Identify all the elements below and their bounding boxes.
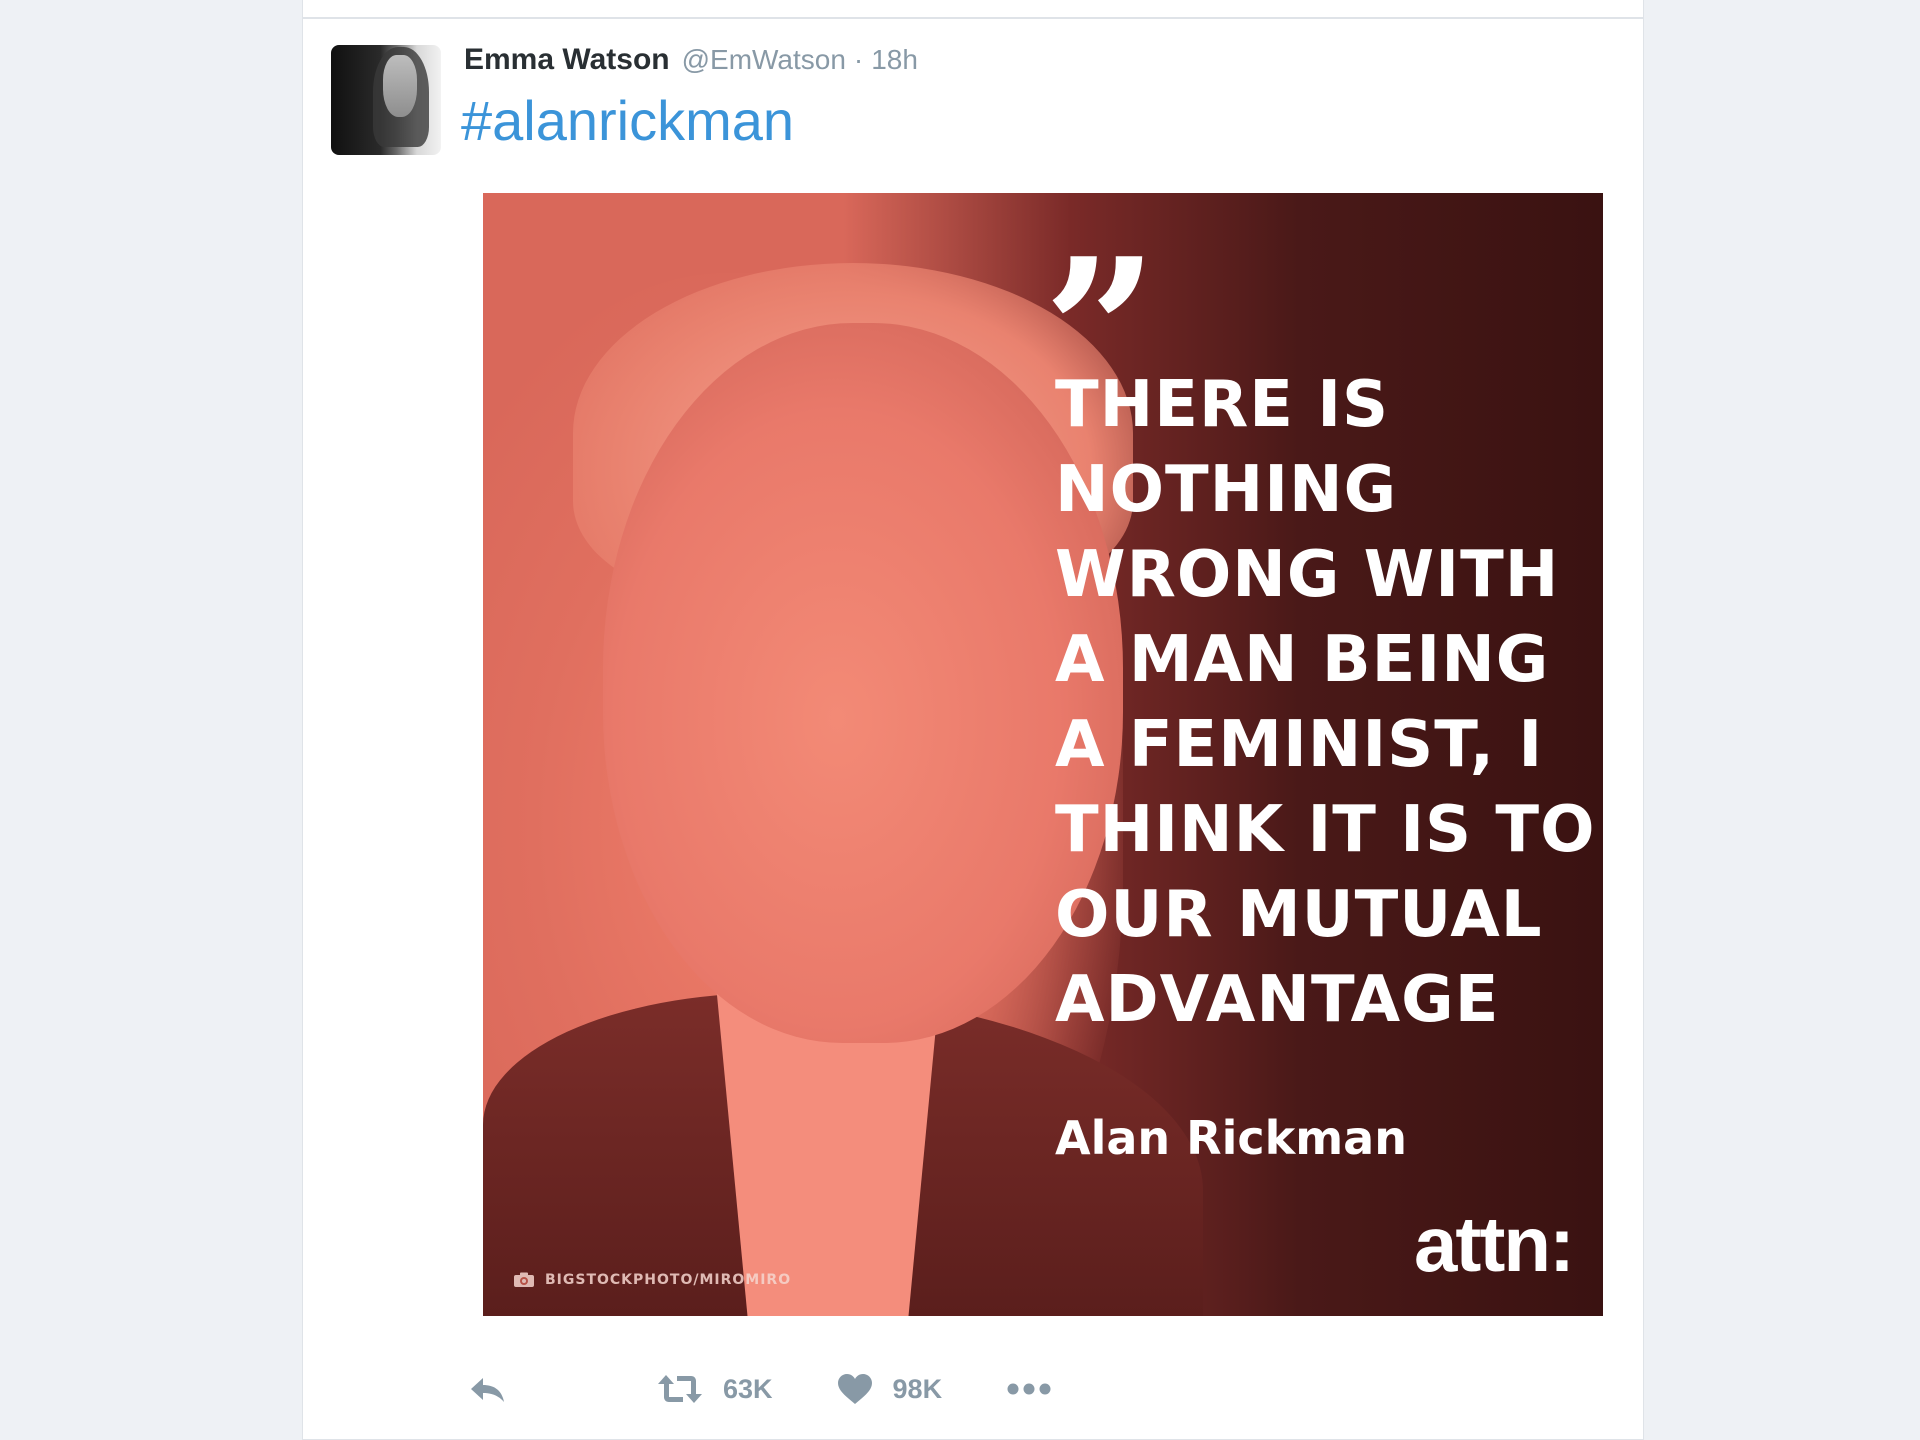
quote-line: ADVANTAGE xyxy=(1055,963,1500,1037)
quote-line: A FEMINIST, I xyxy=(1055,708,1544,782)
tweet-actions: 63K 98K xyxy=(467,1359,1052,1419)
camera-icon xyxy=(514,1272,534,1287)
retweet-button[interactable]: 63K xyxy=(657,1373,773,1405)
quote-line: NOTHING xyxy=(1055,453,1398,527)
quote-line: THERE IS xyxy=(1055,368,1390,442)
like-button[interactable]: 98K xyxy=(837,1373,943,1405)
tweet-media[interactable]: ” THERE IS NOTHING WRONG WITH A MAN BEIN… xyxy=(483,193,1603,1316)
attn-logo: attn: xyxy=(1414,1200,1575,1288)
display-name[interactable]: Emma Watson xyxy=(464,43,670,77)
quote-line: THINK IT IS TO xyxy=(1055,793,1596,867)
heart-icon xyxy=(837,1374,872,1404)
quote-text: THERE IS NOTHING WRONG WITH A MAN BEING … xyxy=(1055,363,1596,1043)
more-icon xyxy=(1007,1383,1051,1395)
separator: · xyxy=(853,44,864,75)
photo-credit-text: BIGSTOCKPHOTO/MIROMIRO xyxy=(545,1272,792,1288)
like-count: 98K xyxy=(892,1373,943,1404)
tweet-card[interactable]: Emma Watson @EmWatson · 18h #alanrickman… xyxy=(302,18,1644,1440)
retweet-icon xyxy=(658,1375,702,1403)
previous-tweet-edge xyxy=(302,0,1644,18)
photo-credit: BIGSTOCKPHOTO/MIROMIRO xyxy=(513,1272,791,1288)
reply-icon xyxy=(471,1378,504,1402)
more-button[interactable] xyxy=(1006,1382,1052,1396)
quote-attribution: Alan Rickman xyxy=(1055,1111,1407,1165)
quote-line: WRONG WITH xyxy=(1055,538,1560,612)
avatar-face xyxy=(383,55,417,117)
handle[interactable]: @EmWatson xyxy=(682,44,846,76)
quote-line: A MAN BEING xyxy=(1055,623,1550,697)
reply-button[interactable] xyxy=(467,1374,527,1404)
hashtag-link[interactable]: #alanrickman xyxy=(461,87,794,154)
avatar[interactable] xyxy=(331,45,441,155)
timestamp[interactable]: 18h xyxy=(871,44,918,76)
quote-line: OUR MUTUAL xyxy=(1055,878,1543,952)
tweet-header: Emma Watson @EmWatson · 18h xyxy=(464,43,918,83)
retweet-count: 63K xyxy=(723,1373,773,1404)
